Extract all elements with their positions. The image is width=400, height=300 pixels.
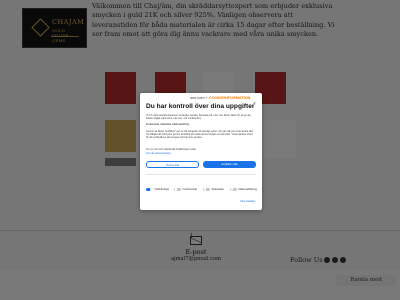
cookie-consent-dialog: one.com + COOKIEINFORMATION Du har kontr… <box>140 93 262 210</box>
show-details-link[interactable]: Visa detaljer <box>240 199 255 203</box>
toggle-switch[interactable] <box>146 187 153 192</box>
option-label: Marknadsföring <box>238 188 258 191</box>
consent-title: Du har kontroll över dina uppgifter <box>146 103 255 110</box>
consent-more-info: Se mer info och individuella inställning… <box>146 148 197 151</box>
toggle-switch[interactable] <box>230 187 237 192</box>
toggle-switch[interactable] <box>203 187 210 192</box>
privacy-policy-link[interactable]: Läs vår sekretesspolicy <box>146 152 256 155</box>
consent-body: Genom att klicka "Godkänn" ger du ditt s… <box>146 130 254 139</box>
option-statistics[interactable]: Statistiska <box>203 187 224 192</box>
option-label: Nödvändiga <box>154 188 169 191</box>
option-necessary[interactable]: Nödvändiga <box>146 187 169 192</box>
consent-brand-prefix: one.com <box>190 96 205 100</box>
close-icon[interactable]: × <box>253 101 256 107</box>
accept-all-button[interactable]: Godkänn alla <box>203 161 256 168</box>
option-label: Statistiska <box>211 188 224 191</box>
reject-all-button[interactable]: Avvisa alla <box>146 161 199 168</box>
toggle-switch[interactable] <box>174 187 181 192</box>
option-marketing[interactable]: Marknadsföring <box>230 187 257 192</box>
option-label: Funktionella <box>182 188 198 191</box>
consent-brand: one.com + COOKIEINFORMATION <box>190 96 250 100</box>
consent-intro: Vi och våra samarbetspartners använder t… <box>146 114 251 120</box>
consent-brand-suffix: COOKIEINFORMATION <box>208 96 251 100</box>
consent-divider <box>146 174 256 175</box>
consent-purposes: Funktionella, Statistiska, Marknadsförin… <box>146 123 189 126</box>
option-functional[interactable]: Funktionella <box>174 187 197 192</box>
